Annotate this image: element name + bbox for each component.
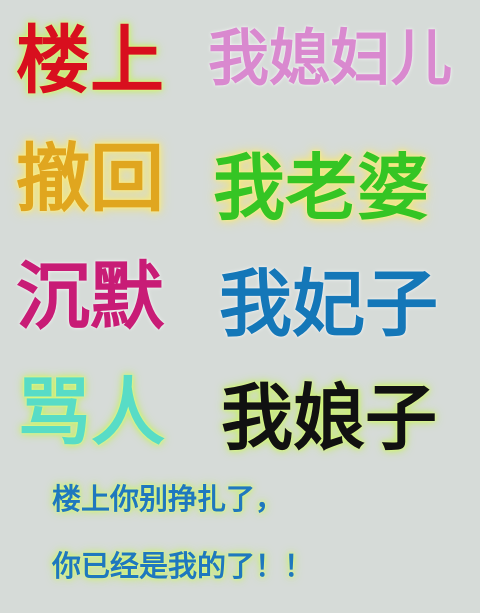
- row1-right-text: 我媳妇儿: [208, 23, 453, 94]
- footer-line-1: 楼上你别挣扎了，: [52, 482, 285, 516]
- row1-left-text: 楼上: [16, 18, 164, 104]
- row3-right-text: 我妃子: [219, 262, 438, 347]
- meme-canvas: 楼上 我媳妇儿 撤回 我老婆 沉默 我妃子 骂人 我娘子 楼上你别挣扎了， 你已…: [0, 0, 480, 613]
- row2-left-text: 撤回: [16, 136, 164, 222]
- row2-right-text: 我老婆: [213, 146, 430, 230]
- row4-left-text: 骂人: [17, 370, 165, 456]
- row3-left-text: 沉默: [16, 254, 164, 340]
- row4-right-text: 我娘子: [221, 376, 438, 460]
- footer-line-2: 你已经是我的了！！: [52, 549, 314, 583]
